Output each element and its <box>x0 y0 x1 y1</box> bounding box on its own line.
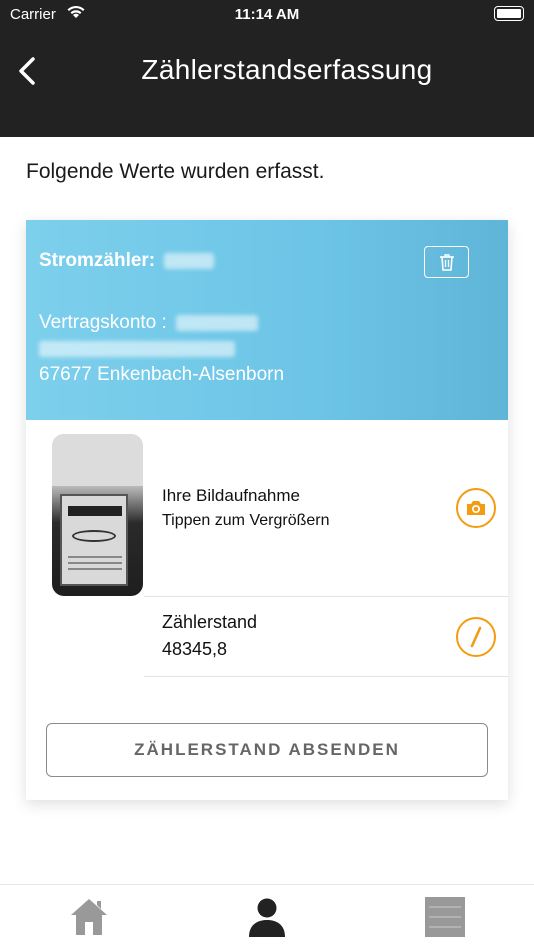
street-redacted <box>39 340 235 358</box>
tab-home[interactable] <box>67 895 111 939</box>
meter-card: Stromzähler: Vertragskonto : 67677 Enken… <box>26 220 508 800</box>
meter-label-text: Stromzähler: <box>39 250 156 271</box>
camera-icon <box>467 501 485 515</box>
tab-menu[interactable] <box>423 895 467 939</box>
reading-value: 48345,8 <box>162 639 228 659</box>
row-divider <box>144 596 508 597</box>
status-bar: Carrier 11:14 AM <box>0 0 534 30</box>
trash-icon <box>439 254 454 271</box>
navigation-bar: Zählerstandserfassung <box>0 30 534 137</box>
meter-label: Stromzähler: <box>39 250 215 272</box>
pencil-icon <box>470 626 482 648</box>
submit-reading-button[interactable]: ZÄHLERSTAND ABSENDEN <box>46 723 488 777</box>
edit-reading-button[interactable] <box>456 617 496 657</box>
reading-label: Zählerstand <box>162 612 258 632</box>
home-icon <box>71 899 107 935</box>
tab-bar <box>0 884 534 950</box>
city-text: 67677 Enkenbach-Alsenborn <box>39 364 285 385</box>
meter-number-redacted <box>164 252 215 269</box>
photo-subtitle[interactable]: Tippen zum Vergrößern <box>162 512 329 530</box>
intro-text: Folgende Werte wurden erfasst. <box>26 160 325 183</box>
menu-icon <box>425 897 465 937</box>
row-divider <box>144 676 508 677</box>
status-time: 11:14 AM <box>234 6 300 23</box>
photo-title: Ihre Bildaufnahme <box>162 486 300 505</box>
tab-profile[interactable] <box>245 895 289 939</box>
camera-button[interactable] <box>456 488 496 528</box>
battery-icon <box>494 6 524 21</box>
page-title: Zählerstandserfassung <box>141 54 433 85</box>
card-header: Stromzähler: Vertragskonto : 67677 Enken… <box>26 220 508 420</box>
contract-number-redacted <box>176 314 259 331</box>
contract-row: Vertragskonto : <box>39 312 259 334</box>
delete-button[interactable] <box>424 246 469 278</box>
user-icon <box>249 898 285 937</box>
meter-photo-thumbnail[interactable] <box>52 434 143 596</box>
contract-label: Vertragskonto : <box>39 312 167 333</box>
